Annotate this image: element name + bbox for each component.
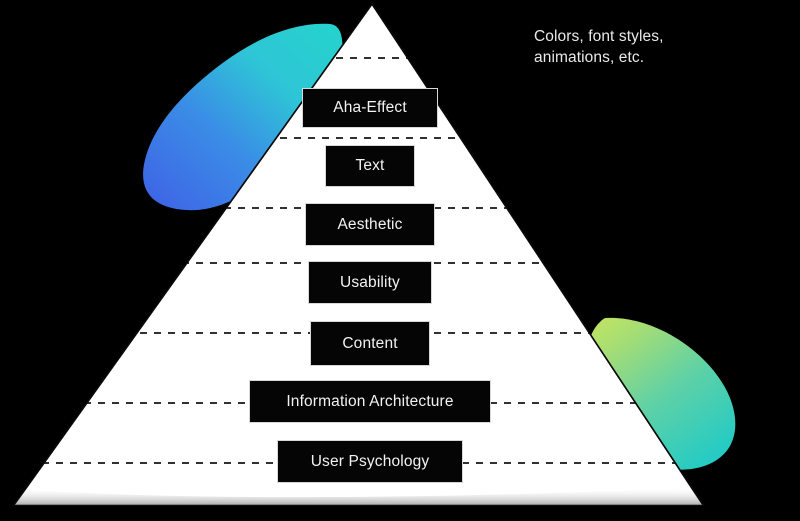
- pyramid-level-user-psychology[interactable]: User Psychology: [277, 440, 463, 483]
- pyramid-level-text[interactable]: Text: [325, 145, 415, 187]
- pyramid-level-label: User Psychology: [310, 452, 430, 470]
- pyramid-level-label: Usability: [340, 273, 400, 291]
- diagram-canvas: Colors, font styles, animations, etc. Ah…: [0, 0, 800, 521]
- pyramid-level-label: Aesthetic: [337, 215, 403, 233]
- annotation-text: Colors, font styles, animations, etc.: [534, 28, 664, 66]
- pyramid-level-aha-effect[interactable]: Aha-Effect: [302, 88, 438, 128]
- pyramid-level-usability[interactable]: Usability: [308, 261, 432, 304]
- pyramid-level-label: Content: [342, 334, 398, 352]
- pyramid-level-information-architecture[interactable]: Information Architecture: [249, 380, 491, 423]
- pyramid-level-label: Aha-Effect: [333, 99, 407, 116]
- pyramid-level-label: Information Architecture: [286, 392, 454, 410]
- pyramid-level-label: Text: [355, 157, 385, 174]
- pyramid-level-aesthetic[interactable]: Aesthetic: [305, 203, 435, 246]
- pyramid-body: [12, 2, 705, 506]
- pyramid-level-content[interactable]: Content: [310, 321, 430, 366]
